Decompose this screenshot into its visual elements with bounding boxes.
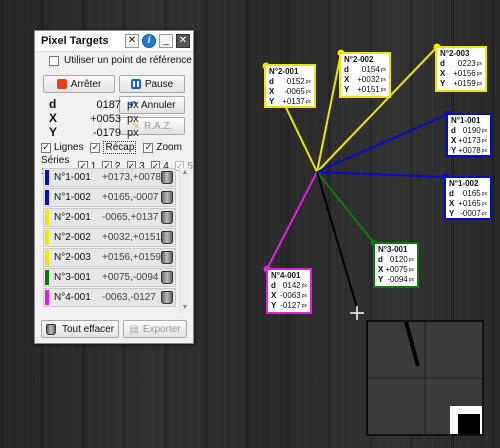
series-color-swatch <box>45 190 49 205</box>
list-item[interactable]: N°4-001 -0063,-0127 <box>43 288 176 307</box>
series-color-swatch <box>45 210 49 225</box>
label-name: N°1-001 <box>451 116 481 125</box>
series-color-swatch <box>45 270 49 285</box>
pause-icon <box>130 79 141 89</box>
use-reference-row[interactable]: Utiliser un point de référence <box>49 55 193 66</box>
pixel-targets-window: Pixel Targets ✕ i _ ✕ Utiliser un point … <box>34 30 194 344</box>
line-n4-001 <box>266 171 318 270</box>
use-reference-label: Utiliser un point de référence <box>64 55 192 66</box>
targets-list: N°1-001 +0173,+0078 N°1-002 +0165,-0007 … <box>39 168 190 318</box>
label-x: +0032 <box>357 75 380 84</box>
stop-icon <box>56 79 67 89</box>
series-color-swatch <box>45 170 49 185</box>
label-x: -0065 <box>284 87 305 96</box>
delete-icon[interactable] <box>161 191 173 204</box>
label-x: +0075 <box>385 265 408 274</box>
label-x: +0165 <box>458 199 481 208</box>
line-n1-002 <box>316 171 447 178</box>
label-y: -0007 <box>460 209 481 218</box>
delete-icon[interactable] <box>161 211 173 224</box>
label-d: 0223 <box>457 59 476 68</box>
use-reference-checkbox[interactable] <box>49 55 59 66</box>
label-name: N°3-001 <box>378 245 408 254</box>
info-icon[interactable]: i <box>142 34 156 48</box>
list-item[interactable]: N°2-002 +0032,+0151 <box>43 228 176 247</box>
target-label: N°4-001 d 0142 px X -0063 px Y -0127 px <box>266 268 312 314</box>
label-y: +0137 <box>282 97 305 106</box>
label-y: +0078 <box>458 146 481 155</box>
label-name: N°2-003 <box>440 49 470 58</box>
scroll-down-icon[interactable]: ▼ <box>180 303 190 313</box>
line-n2-002 <box>316 52 342 173</box>
label-d: 0152 <box>286 77 305 86</box>
line-n3-001 <box>316 171 375 244</box>
pause-button[interactable]: Pause <box>119 75 185 93</box>
list-item[interactable]: N°1-001 +0173,+0078 <box>43 168 176 187</box>
label-x: +0156 <box>453 69 476 78</box>
lines-label: Lignes <box>54 142 84 153</box>
crosshair-cursor <box>350 306 364 320</box>
label-x: +0173 <box>458 136 481 145</box>
delete-icon[interactable] <box>161 231 173 244</box>
x-value: +0053 <box>90 113 121 125</box>
label-y: -0094 <box>387 275 408 284</box>
label-name: N°2-002 <box>344 55 374 64</box>
trash-icon <box>45 323 56 335</box>
lines-checkbox[interactable]: ✓ <box>41 142 51 153</box>
options-row: ✓ Lignes ✓ Récap ✓ Zoom <box>41 141 193 154</box>
zoom-checkbox[interactable]: ✓ <box>143 142 154 153</box>
close-button[interactable]: ✕ <box>176 34 190 48</box>
zoom-preview <box>366 320 484 436</box>
line-current <box>316 171 358 309</box>
delete-icon[interactable] <box>161 271 173 284</box>
target-label: N°2-001 d 0152 px X -0065 px Y +0137 px <box>264 64 316 108</box>
distance-value: 0187 <box>96 99 121 111</box>
series-color-swatch <box>45 230 49 245</box>
target-label: N°2-002 d 0154 px X +0032 px Y +0151 px <box>339 52 391 98</box>
stop-button[interactable]: Arrêter <box>43 75 115 93</box>
recap-checkbox[interactable]: ✓ <box>90 142 101 153</box>
label-y: +0159 <box>453 79 476 88</box>
minimize-button[interactable]: _ <box>159 34 173 48</box>
target-label: N°1-002 d 0165 px X +0165 px Y -0007 px <box>444 176 492 220</box>
label-d: 0190 <box>462 126 481 135</box>
window-title: Pixel Targets <box>41 35 109 47</box>
line-n1-001 <box>316 113 449 173</box>
target-label: N°2-003 d 0223 px X +0156 px Y +0159 px <box>435 46 487 92</box>
target-label: N°1-001 d 0190 px X +0173 px Y +0078 px <box>446 113 492 157</box>
label-y: -0127 <box>280 301 301 310</box>
series-color-swatch <box>45 290 49 305</box>
label-d: 0154 <box>361 65 380 74</box>
tools-icon[interactable]: ✕ <box>125 34 139 48</box>
label-x: -0063 <box>280 291 301 300</box>
label-name: N°1-002 <box>449 179 479 188</box>
clear-all-button[interactable]: Tout effacer <box>41 320 119 338</box>
scroll-up-icon[interactable]: ▲ <box>180 168 190 178</box>
target-label: N°3-001 d 0120 px X +0075 px Y -0094 px <box>373 242 419 288</box>
label-name: N°4-001 <box>271 271 301 280</box>
title-bar: Pixel Targets ✕ i _ ✕ <box>35 31 193 52</box>
export-button[interactable]: ▤ Exporter <box>123 320 187 338</box>
export-icon: ▤ <box>129 323 139 335</box>
y-readout: Y -0179 px <box>49 125 139 139</box>
list-item[interactable]: N°3-001 +0075,-0094 <box>43 268 176 287</box>
list-item[interactable]: N°2-001 -0065,+0137 <box>43 208 176 227</box>
label-d: 0165 <box>462 189 481 198</box>
label-y: +0151 <box>357 85 380 94</box>
y-value: -0179 <box>92 127 121 139</box>
x-readout: X +0053 px <box>49 111 139 125</box>
label-d: 0142 <box>282 281 301 290</box>
zoom-label: Zoom <box>156 142 182 153</box>
delete-icon[interactable] <box>161 251 173 264</box>
distance-readout: d 0187 px <box>49 97 139 111</box>
label-d: 0120 <box>389 255 408 264</box>
label-name: N°2-001 <box>269 67 299 76</box>
delete-icon[interactable] <box>161 291 173 304</box>
series-color-swatch <box>45 250 49 265</box>
recap-label: Récap <box>103 141 137 154</box>
list-item[interactable]: N°2-003 +0156,+0159 <box>43 248 176 267</box>
list-item[interactable]: N°1-002 +0165,-0007 <box>43 188 176 207</box>
delete-icon[interactable] <box>161 171 173 184</box>
list-scrollbar[interactable]: ▲ ▼ <box>179 168 190 313</box>
